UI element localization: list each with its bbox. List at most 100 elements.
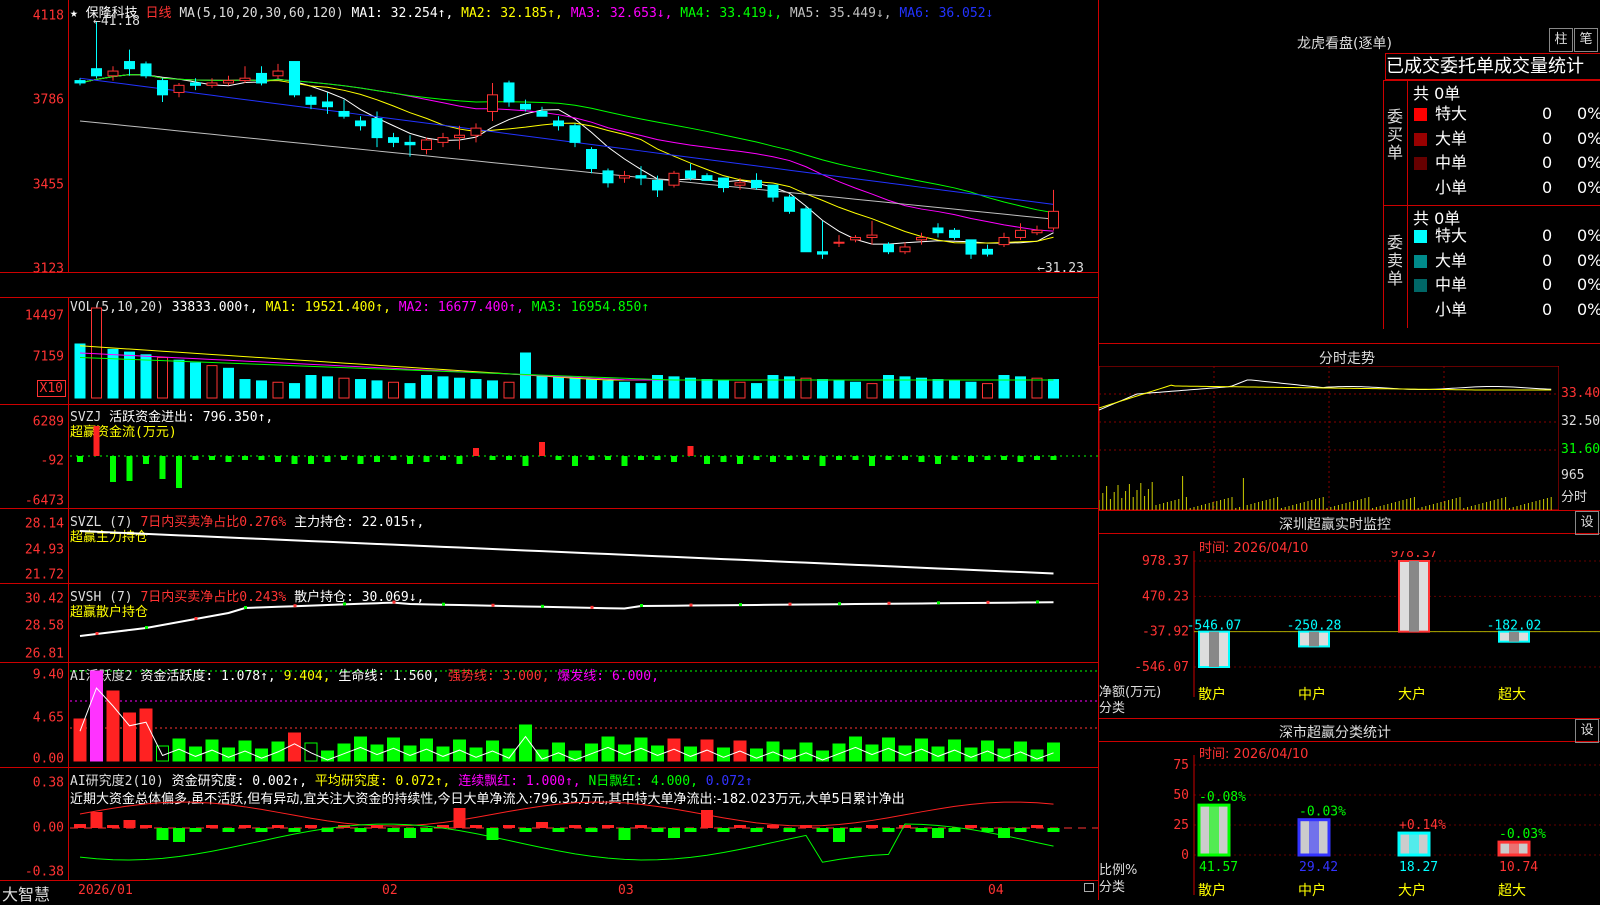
research-bar: [140, 825, 152, 828]
svzl-pane[interactable]: 28.14 24.93 21.72 SVZL (7) 7日内买卖净占比0.276…: [0, 509, 1098, 584]
color-swatch: [1414, 254, 1427, 268]
activity-bar: [189, 746, 202, 762]
holding-dot: [194, 617, 198, 620]
sz-monitor-settings-button[interactable]: 设: [1575, 511, 1599, 535]
volume-bar: [965, 381, 977, 399]
lhb-row: 小单 0 0%: [1099, 176, 1600, 200]
activity-bar: [139, 708, 153, 762]
lhb-row-label: 小单: [1435, 299, 1468, 319]
candle-body: [899, 246, 911, 253]
volume-bar: [833, 380, 845, 399]
svsh-pane[interactable]: 30.42 28.58 26.81 SVSH (7) 7日内买卖净占比0.243…: [0, 584, 1098, 663]
research-bar: [288, 828, 301, 832]
ma-line: [79, 120, 1054, 220]
lhb-row-count: 0: [1542, 226, 1553, 245]
flow-bar: [192, 456, 199, 460]
holding-line: [79, 601, 1054, 637]
ratio-bar-core: [1509, 842, 1519, 855]
category-label: 超大: [1498, 687, 1526, 703]
candle-body: [1031, 229, 1043, 234]
ma-line: [79, 74, 1054, 232]
ai-activity-pane[interactable]: 9.40 4.65 0.00 AI活跃度2 资金活跃度: 1.078↑, 9.4…: [0, 663, 1098, 768]
y-label: 26.81: [24, 646, 64, 662]
candle-body: [421, 139, 432, 151]
x-label: 02: [382, 883, 398, 898]
volume-bar: [91, 307, 102, 399]
lhb-row: 中单 0 0%: [1099, 151, 1600, 175]
activity-bar: [73, 718, 87, 762]
activity-bar: [997, 748, 1011, 762]
research-bar: [536, 822, 548, 828]
flow-bar: [786, 456, 793, 460]
sz-class-panel: 深市超赢分类统计 设 时间: 2026/04/10 75 50 25 0 -0.08% 4…: [1099, 719, 1600, 900]
flow-bar: [176, 456, 182, 488]
flow-bar: [275, 456, 281, 462]
flow-bar: [1017, 456, 1024, 462]
volume-pane[interactable]: 14497 7159 X10 VOL(5,10,20) 33833.000↑, …: [0, 297, 1098, 405]
candle-body: [322, 101, 333, 108]
low-annotation: ←31.23: [1037, 261, 1084, 276]
volume-bar: [652, 375, 663, 399]
flow-bar: [225, 456, 232, 462]
volume-bar: [454, 377, 465, 399]
research-bar: [915, 828, 928, 832]
volume-bar: [223, 367, 234, 399]
volume-bar: [553, 376, 564, 399]
candle-body: [239, 77, 251, 82]
research-bar: [387, 828, 400, 832]
main-holding-chart: [79, 530, 1054, 575]
flow-bar: [456, 456, 463, 464]
activity-bar: [717, 747, 730, 762]
flow-bar: [374, 456, 380, 462]
y-label: 50: [1173, 788, 1189, 803]
holding-dot: [887, 601, 891, 605]
bar-mode-button[interactable]: 柱: [1549, 28, 1573, 52]
lhb-row-pct: 0%: [1577, 104, 1600, 123]
lhb-tabs[interactable]: 已成交委托单成交量统计: [1385, 53, 1600, 80]
flow-bar: [489, 456, 496, 460]
ai-activity-axis: 9.40 4.65 0.00: [0, 663, 69, 767]
color-swatch: [1414, 132, 1427, 146]
price-axis: 4118 3786 3455 3123: [0, 0, 69, 277]
volume-bar: [866, 383, 878, 399]
research-bar: [123, 820, 136, 828]
sz-class-settings-button[interactable]: 设: [1575, 719, 1599, 743]
research-bar: [701, 810, 713, 828]
flow-bar: [770, 456, 776, 462]
svzj-pane[interactable]: 6289 -92 -6473 SVZJ 活跃资金进出: 796.350↑, 超赢…: [0, 404, 1098, 509]
candle-body: [751, 179, 762, 189]
y-label: 9.40: [32, 667, 64, 683]
volume-bar: [437, 376, 449, 399]
research-bar: [734, 825, 746, 828]
volume-chart: [74, 307, 1059, 399]
holding-dot: [590, 605, 594, 609]
svsh-axis: 30.42 28.58 26.81: [0, 584, 69, 662]
intraday-panel[interactable]: 分时走势 33.40 32.50 31.60 965 分时: [1099, 344, 1600, 511]
lhb-row-pct: 0%: [1577, 299, 1600, 319]
research-bar: [882, 828, 895, 832]
tick-mode-button[interactable]: 笔: [1574, 28, 1598, 52]
candle-body: [355, 120, 366, 127]
flow-bar: [506, 456, 512, 460]
volume-bar: [371, 380, 383, 399]
candle-body: [635, 175, 647, 179]
candle-pane[interactable]: 4118 3786 3455 3123 ★ 保隆科技 日线 MA(5,10,20…: [0, 0, 1098, 277]
research-bar: [519, 828, 532, 832]
candle-body: [91, 68, 102, 77]
lhb-row: 小单 0 0%: [1099, 298, 1600, 322]
research-bar: [74, 824, 86, 828]
activity-bar: [222, 747, 235, 762]
buy-total: 共 0单: [1413, 84, 1461, 103]
volume-bar: [850, 381, 861, 399]
change-label: -0.03%: [1499, 827, 1546, 842]
volume-bar: [817, 379, 828, 399]
y-label: -37.92: [1142, 625, 1189, 640]
bar-value: -546.07: [1187, 619, 1242, 634]
lhb-row-count: 0: [1542, 275, 1553, 294]
fund-flow-chart: [70, 426, 1098, 488]
flow-bar: [935, 456, 941, 464]
price-line: [1099, 379, 1552, 411]
value-label: 29.42: [1299, 860, 1338, 875]
ai-research-pane[interactable]: 0.38 0.00 -0.38 AI研究度2(10) 资金研究度: 0.002↑…: [0, 768, 1098, 881]
lock-icon[interactable]: [1084, 883, 1094, 892]
